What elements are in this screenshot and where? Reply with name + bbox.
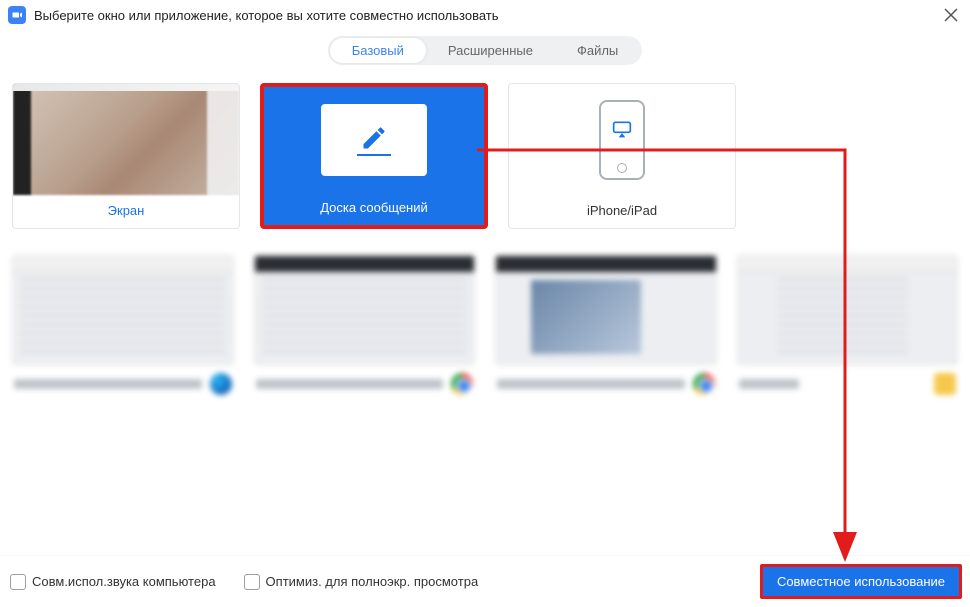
share-button[interactable]: Совместное использование (760, 564, 962, 599)
share-option-screen-label: Экран (13, 195, 239, 228)
app-icon (934, 373, 956, 395)
edge-icon (210, 373, 232, 395)
share-option-iphone-ipad[interactable]: iPhone/iPad (508, 83, 736, 229)
checkbox-share-audio-label: Совм.испол.звука компьютера (32, 574, 216, 589)
app-3-title (497, 379, 685, 389)
close-icon[interactable] (942, 6, 960, 24)
share-option-app-4[interactable] (737, 255, 959, 395)
share-option-app-1[interactable] (12, 255, 234, 395)
share-option-app-3[interactable] (495, 255, 717, 395)
share-option-app-2[interactable] (254, 255, 476, 395)
chrome-icon (451, 373, 473, 395)
share-option-screen[interactable]: Экран (12, 83, 240, 229)
whiteboard-preview (264, 87, 484, 192)
airplay-icon (612, 120, 632, 138)
screen-preview (13, 84, 239, 195)
checkbox-icon (10, 574, 26, 590)
tab-group: Базовый Расширенные Файлы (328, 36, 643, 65)
chrome-icon (693, 373, 715, 395)
checkbox-optimize-fullscreen-label: Оптимиз. для полноэкр. просмотра (266, 574, 479, 589)
checkbox-icon (244, 574, 260, 590)
app-2-title (256, 379, 444, 389)
dialog-title: Выберите окно или приложение, которое вы… (34, 8, 499, 23)
app-1-title (14, 379, 202, 389)
tab-basic[interactable]: Базовый (330, 38, 426, 63)
tab-files[interactable]: Файлы (555, 38, 640, 63)
zoom-app-icon (8, 6, 26, 24)
checkbox-share-audio[interactable]: Совм.испол.звука компьютера (10, 574, 216, 590)
app-4-title (739, 379, 799, 389)
tab-advanced[interactable]: Расширенные (426, 38, 555, 63)
share-option-whiteboard-label: Доска сообщений (264, 192, 484, 225)
share-option-whiteboard[interactable]: Доска сообщений (260, 83, 488, 229)
share-option-iphone-ipad-label: iPhone/iPad (509, 195, 735, 228)
checkbox-optimize-fullscreen[interactable]: Оптимиз. для полноэкр. просмотра (244, 574, 479, 590)
pencil-icon (360, 124, 388, 152)
iphone-preview (509, 84, 735, 195)
